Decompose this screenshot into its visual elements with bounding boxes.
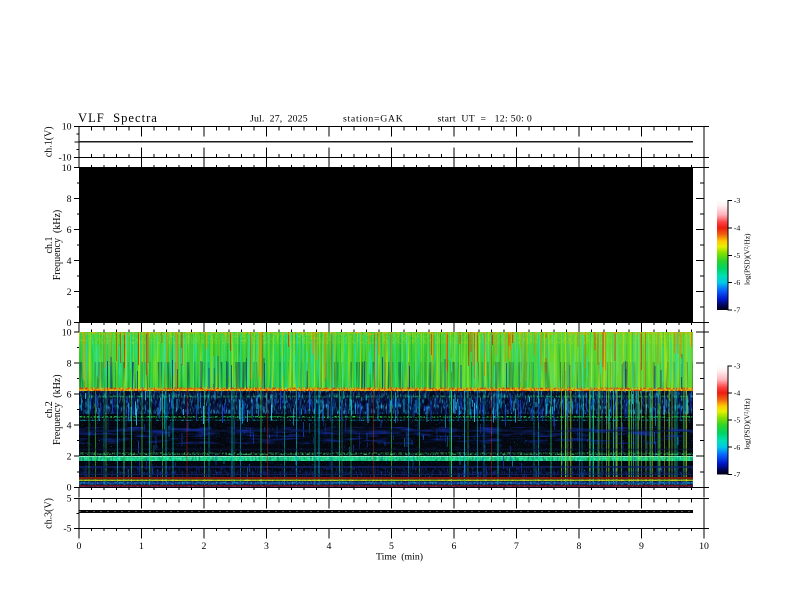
svg-text:log(PSD)(V2/Hz): log(PSD)(V2/Hz) <box>743 233 752 285</box>
svg-text:8: 8 <box>67 358 72 369</box>
svg-text:4: 4 <box>67 256 72 267</box>
svg-text:Time (min): Time (min) <box>376 552 423 563</box>
svg-text:Frequency (kHz): Frequency (kHz) <box>52 374 63 445</box>
svg-text:station=GAK: station=GAK <box>343 113 404 124</box>
svg-text:6: 6 <box>67 389 72 400</box>
svg-text:log(PSD)(V2/Hz): log(PSD)(V2/Hz) <box>743 398 752 450</box>
svg-text:-3: -3 <box>734 196 741 205</box>
svg-text:3: 3 <box>264 541 269 552</box>
svg-text:-4: -4 <box>734 389 741 398</box>
svg-text:8: 8 <box>67 194 72 205</box>
svg-text:4: 4 <box>327 541 332 552</box>
svg-text:-5: -5 <box>734 251 741 260</box>
svg-text:-5: -5 <box>734 416 741 425</box>
svg-text:VLF Spectra: VLF Spectra <box>78 111 158 125</box>
svg-text:0: 0 <box>77 541 82 552</box>
svg-text:ch.3(V): ch.3(V) <box>44 498 55 529</box>
svg-text:-4: -4 <box>734 223 741 232</box>
svg-text:ch.1(V): ch.1(V) <box>44 126 55 157</box>
svg-text:9: 9 <box>639 541 644 552</box>
svg-text:5: 5 <box>389 541 394 552</box>
svg-text:10: 10 <box>62 327 72 338</box>
svg-text:2: 2 <box>202 541 207 552</box>
svg-text:8: 8 <box>577 541 582 552</box>
svg-text:-6: -6 <box>734 443 741 452</box>
svg-text:10: 10 <box>62 122 72 133</box>
svg-text:Frequency (kHz): Frequency (kHz) <box>52 210 63 281</box>
svg-text:-5: -5 <box>63 524 71 535</box>
svg-text:10: 10 <box>62 163 72 174</box>
svg-text:-3: -3 <box>734 361 741 370</box>
svg-text:1: 1 <box>139 541 144 552</box>
svg-text:6: 6 <box>452 541 457 552</box>
svg-text:7: 7 <box>514 541 519 552</box>
svg-text:5: 5 <box>67 494 72 505</box>
svg-text:0: 0 <box>67 483 72 494</box>
svg-text:start UT = 12: 50: 0: start UT = 12: 50: 0 <box>438 113 533 124</box>
svg-text:2: 2 <box>67 287 72 298</box>
svg-text:10: 10 <box>699 541 709 552</box>
svg-text:-7: -7 <box>734 306 741 315</box>
svg-text:-7: -7 <box>734 470 741 479</box>
svg-text:6: 6 <box>67 225 72 236</box>
svg-text:4: 4 <box>67 420 72 431</box>
svg-text:2: 2 <box>67 452 72 463</box>
svg-text:Jul. 27, 2025: Jul. 27, 2025 <box>250 113 308 124</box>
svg-text:-6: -6 <box>734 278 741 287</box>
